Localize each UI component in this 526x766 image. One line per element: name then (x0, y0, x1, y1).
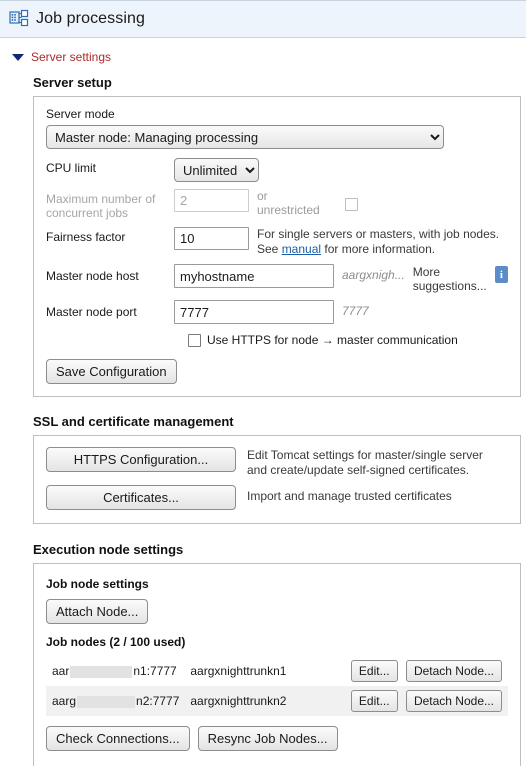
execution-panel: Job node settings Attach Node... Job nod… (33, 563, 521, 766)
master-port-input[interactable] (174, 300, 334, 324)
server-setup-heading: Server setup (33, 75, 112, 90)
master-host-label: Master node host (46, 269, 139, 283)
master-port-label: Master node port (46, 305, 137, 319)
concurrent-jobs-label-line1: Maximum number of (46, 192, 156, 206)
info-icon[interactable]: i (494, 266, 508, 283)
job-nodes-table: aar n1:7777 aargxnighttrunkn1 Edit... Det… (46, 656, 508, 716)
node-host-suffix: n2:7777 (136, 694, 180, 708)
job-node-settings-heading: Job node settings (46, 577, 149, 591)
https-checkbox-label: Use HTTPS for node → master communicatio… (207, 333, 458, 347)
node-host-prefix: aarg (52, 694, 77, 708)
attach-node-button[interactable]: Attach Node... (46, 599, 149, 624)
fairness-factor-input[interactable] (174, 227, 249, 250)
server-mode-label: Server mode (46, 107, 115, 121)
https-configuration-button[interactable]: HTTPS Configuration... (46, 447, 236, 472)
https-config-desc-line2: and create/update self-signed certificat… (247, 463, 470, 477)
disclosure-label: Server settings (31, 50, 112, 64)
node-host-suffix: n1:7777 (133, 664, 177, 678)
https-checkbox-row[interactable]: Use HTTPS for node → master communicatio… (188, 333, 508, 347)
certificates-button[interactable]: Certificates... (46, 485, 236, 510)
fairness-hint-after: for more information. (321, 242, 436, 256)
detach-node-button[interactable]: Detach Node... (405, 690, 502, 712)
edit-node-button[interactable]: Edit... (350, 660, 398, 682)
save-configuration-button[interactable]: Save Configuration (46, 359, 177, 384)
more-suggestions-link[interactable]: More suggestions... (413, 264, 487, 293)
job-nodes-heading: Job nodes (2 / 100 used) (46, 635, 186, 649)
concurrent-jobs-input[interactable] (174, 189, 249, 212)
table-row: aar n1:7777 aargxnighttrunkn1 Edit... Det… (46, 656, 508, 686)
node-actions-cell: Edit... Detach Node... (346, 656, 508, 686)
certificates-desc-line1: Import and manage trusted certificates (247, 489, 452, 503)
server-mode-select[interactable]: Master node: Managing processing (46, 125, 444, 149)
node-name-cell: aargxnighttrunkn1 (190, 664, 287, 678)
chevron-down-icon[interactable] (12, 53, 24, 61)
window-titlebar: Job processing (0, 0, 526, 38)
ssl-heading: SSL and certificate management (33, 414, 234, 429)
execution-heading: Execution node settings (33, 542, 184, 557)
node-name-cell: aargxnighttrunkn2 (190, 694, 287, 708)
check-connections-button[interactable]: Check Connections... (46, 726, 190, 751)
https-checkbox[interactable] (188, 333, 201, 347)
node-host-cell: aarg n2:7777 (46, 686, 190, 716)
edit-node-button[interactable]: Edit... (350, 690, 398, 712)
fairness-hint-see: See (257, 242, 282, 256)
ssl-panel: HTTPS Configuration... Edit Tomcat setti… (33, 435, 521, 524)
redaction-block (70, 665, 133, 678)
fairness-factor-label: Fairness factor (46, 230, 126, 244)
fairness-hint-line1: For single servers or masters, with job … (257, 227, 500, 241)
concurrent-jobs-label-line2: concurrent jobs (46, 206, 129, 220)
table-row: aarg n2:7777 aargxnighttrunkn2 Edit... De… (46, 686, 508, 716)
unrestricted-label-line1: or (257, 189, 268, 203)
node-host-cell: aar n1:7777 (46, 656, 190, 686)
cpu-limit-select[interactable]: Unlimited (174, 158, 259, 182)
detach-node-button[interactable]: Detach Node... (405, 660, 502, 682)
node-actions-cell: Edit... Detach Node... (346, 686, 508, 716)
master-host-suggestion: aargxnigh... (342, 268, 405, 282)
master-port-default-hint: 7777 (342, 304, 369, 318)
master-host-input[interactable] (174, 264, 334, 288)
resync-job-nodes-button[interactable]: Resync Job Nodes... (197, 726, 338, 751)
node-host-prefix: aar (52, 664, 70, 678)
unrestricted-checkbox[interactable] (344, 198, 358, 211)
window-title: Job processing (36, 10, 146, 27)
https-config-desc-line1: Edit Tomcat settings for master/single s… (247, 448, 483, 462)
server-setup-panel: Server mode Master node: Managing proces… (33, 96, 521, 397)
distributed-nodes-icon (9, 9, 29, 27)
manual-link[interactable]: manual (282, 242, 321, 256)
cpu-limit-label: CPU limit (46, 161, 96, 175)
section-disclosure-server-settings[interactable]: Server settings (0, 38, 526, 64)
redaction-block (77, 695, 136, 708)
unrestricted-label-line2: unrestricted (257, 203, 320, 217)
